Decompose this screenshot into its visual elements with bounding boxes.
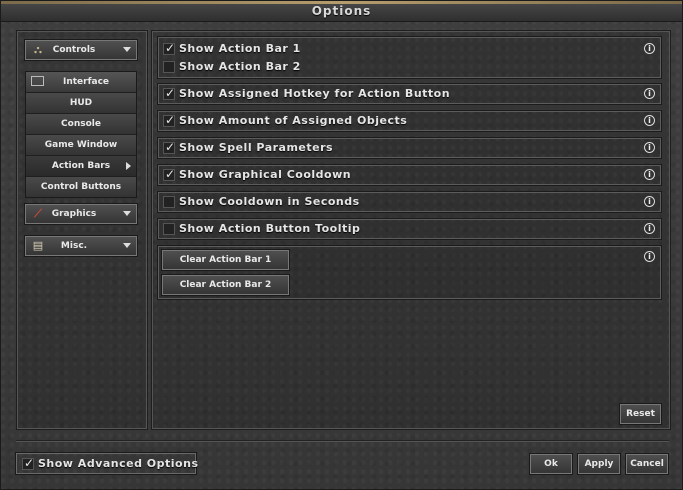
graphical-cooldown-label: Show Graphical Cooldown — [179, 168, 352, 181]
subcategory-control-buttons[interactable]: Control Buttons — [26, 177, 136, 197]
cooldown-seconds-checkbox[interactable] — [163, 196, 175, 208]
chevron-down-icon — [123, 243, 131, 248]
options-window: Options ⛬ Controls Interface HUD Console… — [0, 0, 683, 490]
subcategory-label: Game Window — [44, 140, 118, 150]
info-icon[interactable]: i — [644, 251, 655, 262]
clear-action-bar-2-button[interactable]: Clear Action Bar 2 — [162, 275, 289, 295]
assigned-objects-label: Show Amount of Assigned Objects — [179, 114, 408, 127]
reset-button[interactable]: Reset — [620, 404, 661, 424]
clear-action-bar-1-button[interactable]: Clear Action Bar 1 — [162, 250, 289, 270]
info-icon[interactable]: i — [644, 43, 655, 54]
option-cooldown-seconds[interactable]: Show Cooldown in Seconds i — [158, 192, 661, 212]
option-assigned-objects[interactable]: ✓ Show Amount of Assigned Objects i — [158, 111, 661, 131]
option-assigned-hotkey[interactable]: ✓ Show Assigned Hotkey for Action Button… — [158, 84, 661, 104]
show-advanced-options[interactable]: ✓ Show Advanced Options — [16, 453, 199, 474]
show-action-bar-2-label: Show Action Bar 2 — [179, 60, 301, 73]
show-advanced-options-label: Show Advanced Options — [38, 457, 199, 470]
window-title: Options — [311, 4, 372, 18]
tooltip-checkbox[interactable] — [163, 223, 175, 235]
cancel-button[interactable]: Cancel — [626, 454, 668, 474]
info-icon[interactable]: i — [644, 115, 655, 126]
category-misc-label: Misc. — [60, 241, 88, 251]
assigned-objects-checkbox[interactable]: ✓ — [163, 113, 176, 127]
checkmark-icon: ✓ — [165, 41, 176, 55]
spell-parameters-checkbox[interactable]: ✓ — [163, 140, 176, 154]
subcategory-label: Console — [61, 119, 101, 129]
option-show-action-bar-1[interactable]: ✓ Show Action Bar 1 i — [159, 40, 660, 58]
checkmark-icon: ✓ — [24, 456, 35, 470]
category-interface-label: Interface — [62, 77, 110, 87]
checkmark-icon: ✓ — [165, 140, 176, 154]
footer-divider — [16, 440, 669, 442]
checkmark-icon: ✓ — [165, 86, 176, 100]
apply-button[interactable]: Apply — [578, 454, 620, 474]
subcategory-action-bars[interactable]: Action Bars — [26, 156, 136, 177]
action-bars-group: ✓ Show Action Bar 1 i Show Action Bar 2 — [158, 37, 661, 78]
category-controls-button[interactable]: ⛬ Controls — [25, 40, 137, 60]
show-action-bar-1-label: Show Action Bar 1 — [179, 42, 301, 55]
category-graphics-button[interactable]: ⟋ Graphics — [25, 204, 137, 224]
show-action-bar-1-checkbox[interactable]: ✓ — [163, 41, 176, 55]
category-interface-header[interactable]: Interface — [26, 72, 136, 93]
ok-button[interactable]: Ok — [530, 454, 572, 474]
chevron-right-icon — [126, 162, 131, 170]
cooldown-seconds-label: Show Cooldown in Seconds — [179, 195, 360, 208]
chevron-down-icon — [123, 211, 131, 216]
category-panel: ⛬ Controls Interface HUD Console Game Wi… — [16, 30, 148, 430]
show-advanced-options-checkbox[interactable]: ✓ — [22, 456, 35, 470]
category-controls-label: Controls — [52, 45, 96, 55]
checkmark-icon: ✓ — [165, 167, 176, 181]
tooltip-label: Show Action Button Tooltip — [179, 222, 361, 235]
assigned-hotkey-checkbox[interactable]: ✓ — [163, 86, 176, 100]
subcategory-console[interactable]: Console — [26, 114, 136, 135]
info-icon[interactable]: i — [644, 196, 655, 207]
category-misc-button[interactable]: ▤ Misc. — [25, 236, 137, 256]
window-icon — [31, 76, 44, 86]
subcategory-label: Action Bars — [51, 161, 111, 171]
spell-parameters-label: Show Spell Parameters — [179, 141, 334, 154]
option-spell-parameters[interactable]: ✓ Show Spell Parameters i — [158, 138, 661, 158]
title-bar[interactable]: Options — [1, 1, 682, 22]
info-icon[interactable]: i — [644, 142, 655, 153]
category-graphics-label: Graphics — [51, 209, 97, 219]
option-graphical-cooldown[interactable]: ✓ Show Graphical Cooldown i — [158, 165, 661, 185]
assigned-hotkey-label: Show Assigned Hotkey for Action Button — [179, 87, 451, 100]
info-icon[interactable]: i — [644, 223, 655, 234]
checkmark-icon: ✓ — [165, 113, 176, 127]
chevron-down-icon — [123, 47, 131, 52]
interface-submenu: Interface HUD Console Game Window Action… — [25, 71, 137, 198]
info-icon[interactable]: i — [644, 88, 655, 99]
option-tooltip[interactable]: Show Action Button Tooltip i — [158, 219, 661, 239]
subcategory-game-window[interactable]: Game Window — [26, 135, 136, 156]
subcategory-label: HUD — [69, 98, 93, 108]
subcategory-hud[interactable]: HUD — [26, 93, 136, 114]
show-action-bar-2-checkbox[interactable] — [163, 61, 175, 73]
info-icon[interactable]: i — [644, 169, 655, 180]
graphical-cooldown-checkbox[interactable]: ✓ — [163, 167, 176, 181]
subcategory-label: Control Buttons — [40, 182, 122, 192]
option-show-action-bar-2[interactable]: Show Action Bar 2 — [159, 58, 660, 76]
